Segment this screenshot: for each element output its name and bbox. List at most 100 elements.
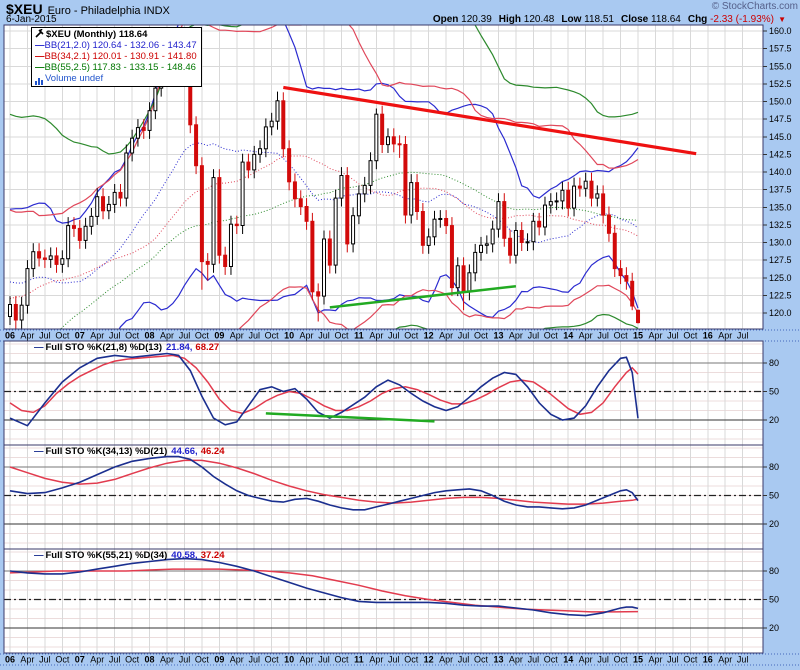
x-axis-label: 12: [424, 331, 434, 341]
candlestick: [195, 125, 198, 166]
x-axis-label: Apr: [90, 331, 104, 341]
x-axis-label: 13: [493, 331, 503, 341]
candlestick: [49, 256, 52, 260]
candlestick: [154, 88, 157, 111]
x-axis-label: 09: [214, 331, 224, 341]
x-axis-label: Jul: [109, 331, 121, 341]
close-value: 118.64: [651, 14, 681, 25]
x-axis-label: Apr: [20, 331, 34, 341]
stockcharts-chart: 160.0157.5155.0152.5150.0147.5145.0142.5…: [0, 0, 800, 670]
x-axis-label: Oct: [544, 655, 559, 665]
candlestick: [282, 101, 285, 149]
y-axis-label: 130.0: [769, 238, 792, 248]
candlestick: [32, 252, 35, 269]
candlestick: [381, 114, 384, 144]
low-value: 118.51: [584, 14, 614, 25]
x-axis-label: 14: [563, 655, 573, 665]
candlestick: [404, 145, 407, 216]
candlestick: [596, 194, 599, 198]
y-axis-label: 147.5: [769, 114, 792, 124]
candlestick: [607, 215, 610, 233]
stoch-panel-2: 805020: [4, 445, 779, 549]
legend-bb55: —BB(55,2.5) 117.83 - 133.15 - 148.46: [35, 62, 197, 73]
x-axis-label: Oct: [683, 655, 698, 665]
x-axis-label: Apr: [509, 655, 523, 665]
candlestick: [456, 266, 459, 288]
legend-volume: Volume undef: [35, 73, 197, 84]
high-value: 120.48: [524, 14, 555, 25]
x-axis-label: 13: [493, 655, 503, 665]
candlestick: [427, 237, 430, 246]
x-axis-label: Oct: [125, 655, 140, 665]
x-axis-label: Apr: [369, 331, 383, 341]
chg-label: Chg: [688, 14, 707, 25]
x-axis-label: Apr: [90, 655, 104, 665]
quote-row: 6-Jan-2015 Open 120.39High 120.48Low 118…: [6, 14, 794, 25]
x-axis: 06AprJulOct07AprJulOct08AprJulOct09AprJu…: [0, 330, 800, 342]
candlestick: [474, 252, 477, 272]
x-axis-label: Apr: [718, 331, 732, 341]
candlestick: [14, 305, 17, 321]
x-axis-label: 11: [354, 331, 364, 341]
x-axis-label: Apr: [509, 331, 523, 341]
candlestick: [334, 198, 337, 265]
x-axis-label: 14: [563, 331, 573, 341]
candlestick: [340, 176, 343, 199]
stoch3-label: Full STO %K(55,21) %D(34): [46, 550, 168, 561]
x-axis-label: 10: [284, 655, 294, 665]
x-axis-label: Jul: [248, 655, 260, 665]
open-label: Open: [433, 14, 459, 25]
x-axis-label: 15: [633, 331, 643, 341]
chart-tools-icon: [35, 29, 44, 38]
x-axis-label: Oct: [195, 331, 210, 341]
candlestick: [445, 219, 448, 226]
stoch-axis-label: 20: [769, 415, 779, 425]
x-axis-label: 09: [214, 655, 224, 665]
x-axis-label: Apr: [648, 331, 662, 341]
candlestick: [631, 281, 634, 306]
x-axis-label: 16: [703, 655, 713, 665]
candlestick: [72, 226, 75, 229]
candlestick: [55, 256, 58, 265]
x-axis-label: Oct: [334, 331, 349, 341]
x-axis-label: Jul: [109, 655, 121, 665]
x-axis-label: 07: [75, 655, 85, 665]
candlestick: [613, 233, 616, 268]
y-axis-label: 137.5: [769, 185, 792, 195]
y-axis-label: 135.0: [769, 202, 792, 212]
candlestick: [90, 216, 93, 226]
stoch1-line-swatch-icon: —: [34, 342, 44, 353]
candlestick: [78, 228, 81, 240]
x-axis-label: Oct: [404, 331, 419, 341]
bb55-line-swatch-icon: —: [35, 62, 45, 73]
candlestick: [148, 111, 151, 131]
x-axis-label: Oct: [55, 655, 70, 665]
x-axis-label: 12: [424, 655, 434, 665]
candlestick: [328, 239, 331, 265]
x-axis-label: Oct: [55, 331, 70, 341]
candlestick: [538, 221, 541, 227]
candlestick: [20, 305, 23, 320]
candlestick: [450, 226, 453, 288]
candlestick: [9, 305, 12, 317]
candlestick: [200, 166, 203, 262]
candlestick: [323, 239, 326, 296]
candlestick: [561, 190, 564, 201]
x-axis-label: Oct: [544, 331, 559, 341]
candlestick: [398, 144, 401, 145]
candlestick: [84, 226, 87, 240]
x-axis-label: Oct: [474, 655, 489, 665]
stoch2-label: Full STO %K(34,13) %D(21): [46, 446, 168, 457]
legend-bb34: —BB(34,2.1) 120.01 - 130.91 - 141.80: [35, 51, 197, 62]
x-axis-label: Apr: [160, 331, 174, 341]
stoch-axis-label: 20: [769, 519, 779, 529]
x-axis-label: Oct: [125, 331, 140, 341]
x-axis-label: 16: [703, 331, 713, 341]
candlestick: [578, 186, 581, 188]
candlestick: [346, 176, 349, 244]
x-axis-label: 08: [145, 655, 155, 665]
legend-title-row: $XEU (Monthly) 118.64: [35, 29, 197, 40]
candlestick: [410, 183, 413, 215]
candlestick: [125, 153, 128, 198]
candlestick: [416, 183, 419, 212]
